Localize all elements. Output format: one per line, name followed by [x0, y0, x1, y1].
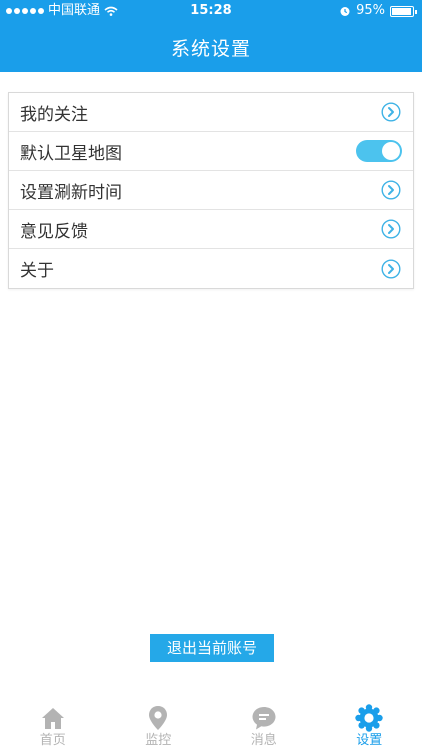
menu-item-label: 意见反馈 [20, 221, 88, 242]
chevron-right-icon [381, 102, 401, 122]
chevron-right-icon [381, 219, 401, 239]
battery-icon [390, 5, 417, 17]
tab-monitor[interactable]: 监控 [108, 700, 208, 748]
chevron-right-icon [381, 180, 401, 200]
tab-messages[interactable]: 消息 [214, 700, 314, 748]
alarm-icon [340, 7, 350, 16]
tab-label: 监控 [145, 733, 172, 748]
navigation-bar: 中国联通 15:28 95% 系统设置 [0, 0, 422, 72]
status-bar: 中国联通 15:28 95% [0, 0, 422, 22]
menu-item-refresh-time[interactable]: 设置涮新时间 [9, 171, 413, 210]
menu-item-label: 我的关注 [20, 104, 88, 125]
tab-label: 设置 [356, 733, 383, 748]
tab-home[interactable]: 首页 [3, 700, 103, 748]
gear-icon [355, 704, 383, 732]
home-icon [41, 708, 64, 729]
message-icon [252, 707, 276, 730]
menu-item-about[interactable]: 关于 [9, 249, 413, 288]
battery-percent: 95% [356, 3, 385, 18]
menu-item-feedback[interactable]: 意见反馈 [9, 210, 413, 249]
menu-item-my-follows[interactable]: 我的关注 [9, 93, 413, 132]
page-title: 系统设置 [170, 38, 251, 60]
menu-item-label: 关于 [20, 261, 54, 281]
settings-menu: 我的关注 默认卫星地图 设置涮新时间 意见反馈 关于 [8, 92, 414, 289]
location-pin-icon [149, 706, 168, 730]
menu-item-label: 设置涮新时间 [20, 182, 122, 203]
tab-label: 消息 [250, 733, 277, 748]
menu-item-default-satellite-map: 默认卫星地图 [9, 132, 413, 171]
tab-label: 首页 [39, 733, 66, 748]
tab-settings[interactable]: 设置 [319, 700, 419, 748]
satellite-map-toggle[interactable] [356, 140, 402, 162]
chevron-right-icon [381, 258, 401, 279]
tab-bar: 首页 监控 消息 设置 [0, 700, 422, 750]
menu-item-label: 默认卫星地图 [20, 143, 122, 164]
logout-button[interactable]: 退出当前账号 [150, 634, 274, 662]
